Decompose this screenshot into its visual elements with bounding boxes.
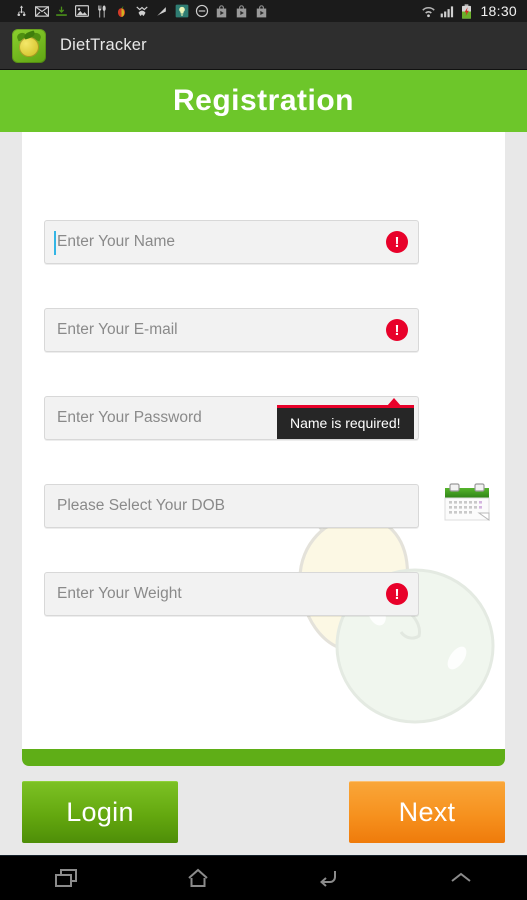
next-button[interactable]: Next (349, 781, 505, 843)
page-title: Registration (172, 84, 355, 117)
fruit-icon (114, 4, 129, 19)
wifi-icon (421, 4, 436, 19)
recent-apps-icon (54, 869, 77, 887)
android-nav-bar (0, 855, 527, 900)
field-row-weight: Enter Your Weight ! (44, 572, 419, 616)
form-card: Enter Your Name ! Enter Your E-mail ! En… (22, 132, 505, 756)
calendar-picker-button[interactable] (439, 480, 495, 528)
play-store-icon (214, 4, 229, 19)
email-input[interactable]: Enter Your E-mail ! (44, 308, 419, 352)
email-input-placeholder: Enter Your E-mail (57, 321, 178, 338)
status-bar-notification-icons (6, 4, 421, 19)
missed-call-icon (134, 4, 149, 19)
page-header: Registration (0, 70, 527, 132)
home-icon (187, 868, 208, 887)
app-bar: DietTracker (0, 22, 527, 70)
dob-input[interactable]: Please Select Your DOB (44, 484, 419, 528)
email-icon (34, 4, 49, 19)
usb-icon (14, 4, 29, 19)
weight-input[interactable]: Enter Your Weight ! (44, 572, 419, 616)
back-button[interactable] (294, 856, 364, 900)
chevron-up-icon (451, 872, 471, 882)
name-input-placeholder: Enter Your Name (57, 233, 176, 250)
recent-apps-button[interactable] (31, 856, 101, 900)
login-button[interactable]: Login (22, 781, 178, 843)
card-bottom-accent-bar (22, 749, 505, 766)
field-row-email: Enter Your E-mail ! (44, 308, 419, 352)
play-store-icon-2 (234, 4, 249, 19)
email-error-icon[interactable]: ! (386, 319, 408, 341)
app-title: DietTracker (60, 36, 147, 54)
name-error-icon[interactable]: ! (386, 231, 408, 253)
calendar-icon (444, 483, 490, 521)
name-input[interactable]: Enter Your Name ! (44, 220, 419, 264)
flag-icon (154, 4, 169, 19)
form-action-bar: Login Next (0, 781, 527, 855)
download-icon (54, 4, 69, 19)
name-error-tooltip: Name is required! (277, 398, 414, 439)
do-not-disturb-icon (194, 4, 209, 19)
expand-up-button[interactable] (426, 856, 496, 900)
screenshot-icon (74, 4, 89, 19)
weight-input-placeholder: Enter Your Weight (57, 585, 182, 602)
cellular-signal-icon (440, 4, 455, 19)
weight-error-icon[interactable]: ! (386, 583, 408, 605)
play-store-icon-3 (254, 4, 269, 19)
home-button[interactable] (163, 856, 233, 900)
restaurant-icon (94, 4, 109, 19)
status-bar-system-icons: 18:30 (421, 3, 521, 19)
field-row-name: Enter Your Name ! (44, 220, 419, 264)
name-error-tooltip-text: Name is required! (290, 415, 401, 431)
fruit-watermark (298, 515, 495, 724)
field-row-dob: Please Select Your DOB (44, 484, 419, 528)
text-caret (54, 231, 56, 255)
diettracker-app-icon (12, 28, 46, 63)
status-bar: 18:30 (0, 0, 527, 22)
android-screen: 18:30 DietTracker Registration Enter You… (0, 0, 527, 900)
status-bar-clock: 18:30 (480, 3, 517, 19)
dob-input-placeholder: Please Select Your DOB (57, 497, 226, 514)
tip-bulb-icon (174, 4, 189, 19)
back-icon (320, 871, 337, 887)
registration-form-scroll-area[interactable]: Enter Your Name ! Enter Your E-mail ! En… (0, 132, 527, 772)
battery-charging-icon (459, 3, 474, 19)
